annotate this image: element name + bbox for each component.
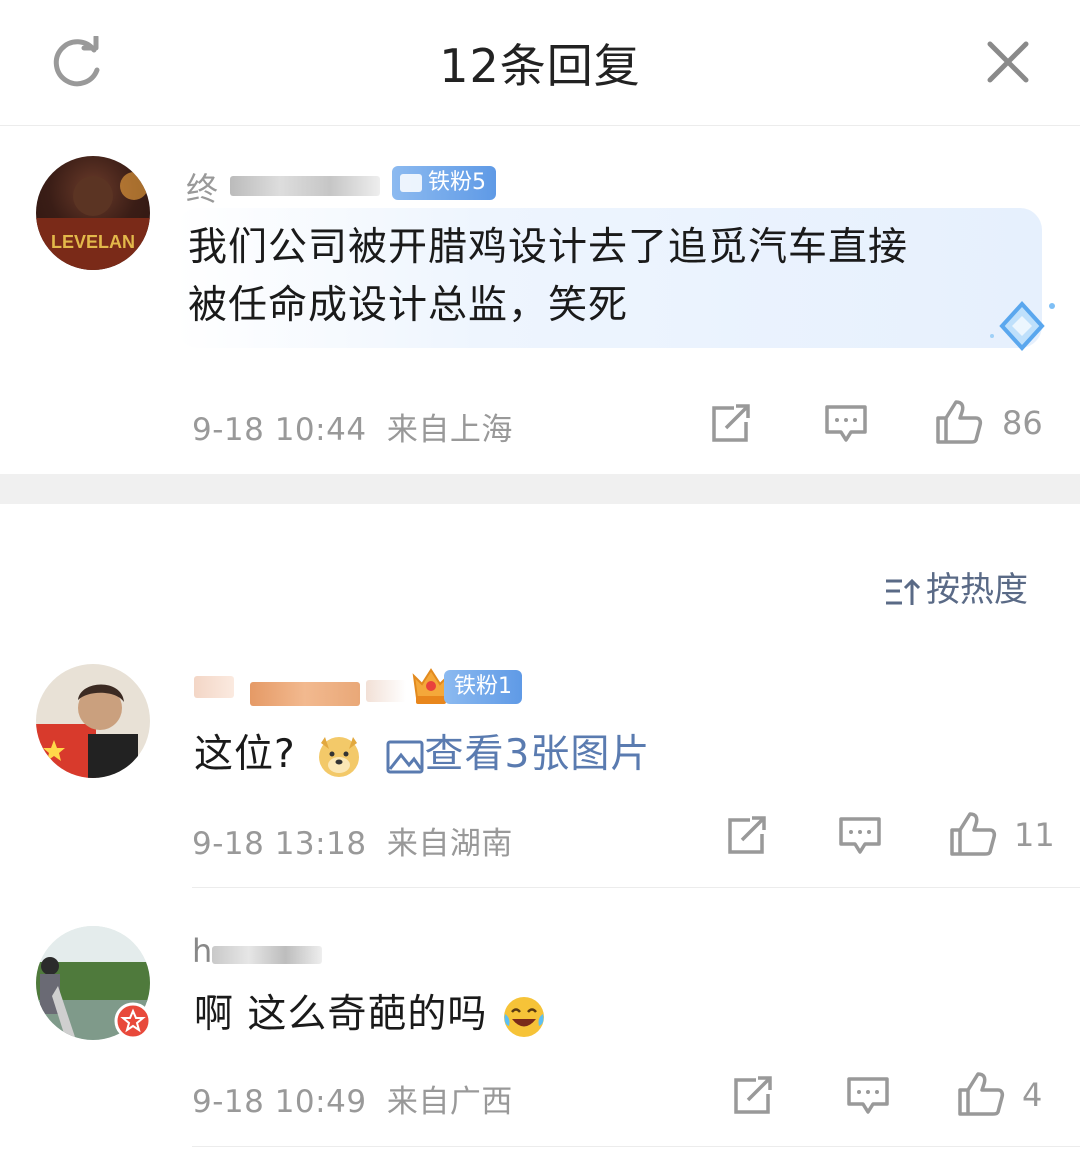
laugh-emoji [503, 996, 544, 1037]
share-icon[interactable] [726, 816, 768, 856]
username[interactable]: h [192, 932, 212, 972]
username-redaction [230, 176, 380, 196]
reply-separator [192, 1146, 1080, 1147]
comment-meta: 9-18 13:18 来自湖南 [192, 818, 513, 863]
reply-separator [192, 887, 1080, 888]
page-title: 12条回复 [439, 39, 641, 93]
fan-badge: 铁粉5 [392, 166, 496, 200]
verified-badge-icon [114, 1002, 152, 1040]
fan-badge: 铁粉1 [444, 670, 522, 704]
comment-time: 9-18 13:18 [192, 826, 367, 862]
like-icon[interactable] [934, 398, 984, 446]
comment-meta: 9-18 10:44 来自上海 [192, 404, 513, 449]
comment-location: 来自上海 [386, 412, 513, 448]
comment-location: 来自广西 [386, 1084, 513, 1120]
username-redaction [212, 946, 322, 964]
avatar[interactable] [36, 664, 150, 778]
section-divider [0, 474, 1080, 504]
like-icon[interactable] [956, 1070, 1006, 1118]
comment-icon[interactable] [846, 1076, 890, 1116]
svg-text:LEVELAN: LEVELAN [51, 232, 135, 252]
share-icon[interactable] [710, 404, 752, 444]
view-images-link[interactable]: 查看3张图片 [385, 732, 651, 777]
reply-text: 啊 这么奇葩的吗 [194, 986, 547, 1044]
username-redaction [250, 682, 360, 706]
fan-badge-icon [400, 174, 422, 192]
comment-time: 9-18 10:49 [192, 1084, 367, 1120]
avatar-image [36, 684, 138, 778]
close-icon[interactable] [982, 36, 1034, 88]
comment-time: 9-18 10:44 [192, 412, 367, 448]
comment-text: 我们公司被开腊鸡设计去了追觅汽车直接 被任命成设计总监，笑死 [188, 225, 909, 328]
comment-location: 来自湖南 [386, 826, 513, 862]
reply-text: 这位? 查看3张图片 [194, 732, 651, 777]
like-count: 4 [1022, 1076, 1043, 1114]
username[interactable]: 终 [186, 164, 218, 208]
image-icon [386, 740, 424, 773]
comment-icon[interactable] [838, 816, 882, 856]
sort-button[interactable]: 按热度 [884, 562, 1028, 611]
share-icon[interactable] [732, 1076, 774, 1116]
avatar-image: LEVELAN [36, 172, 150, 270]
avatar[interactable]: LEVELAN [36, 156, 150, 270]
comment-meta: 9-18 10:49 来自广西 [192, 1076, 513, 1121]
sort-icon [886, 578, 920, 605]
like-count: 86 [1002, 404, 1043, 442]
username-redaction [366, 680, 406, 702]
username-redaction [194, 676, 234, 698]
doge-emoji [319, 736, 360, 777]
like-count: 11 [1014, 816, 1055, 854]
sort-label: 按热度 [926, 570, 1028, 610]
like-icon[interactable] [948, 810, 998, 858]
comment-icon[interactable] [824, 404, 868, 444]
diamond-decoration-icon [990, 301, 1055, 351]
header: 12条回复 [0, 0, 1080, 126]
